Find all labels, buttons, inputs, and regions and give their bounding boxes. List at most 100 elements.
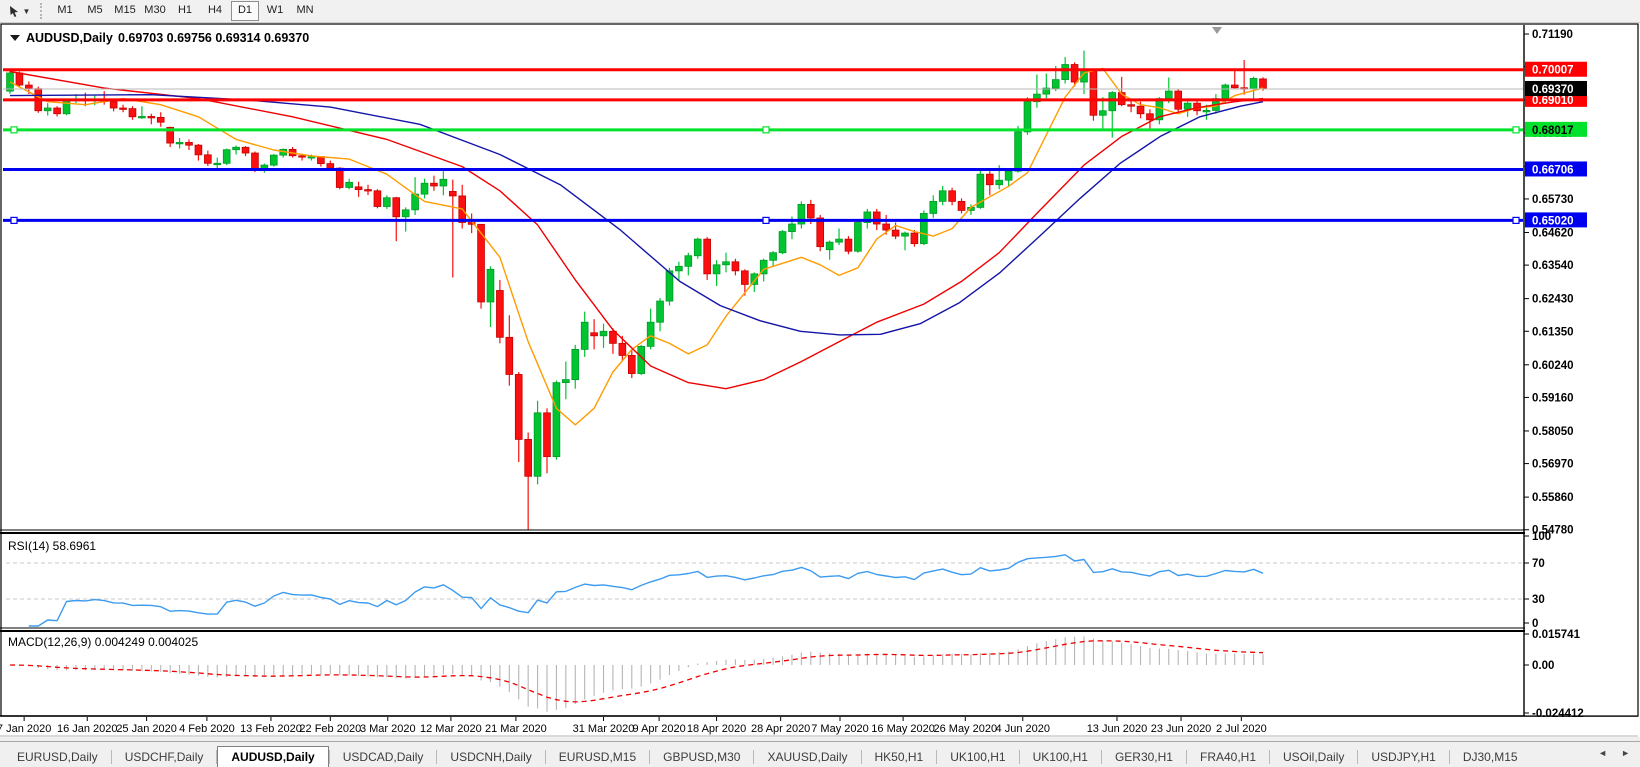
candle-body [63,100,70,114]
candle-body [779,232,786,253]
timeframe-button-d1[interactable]: D1 [231,1,259,21]
candle-body [789,224,796,232]
time-tick-label: 3 Mar 2020 [360,723,416,735]
tab-scroll-left-arrow[interactable]: ◄ [1598,748,1607,758]
level-price-label-0.68017-text: 0.68017 [1532,125,1574,137]
chart-tab-uk100-h1[interactable]: UK100,H1 [1020,747,1101,767]
level-drag-handle[interactable] [11,217,17,223]
candle-body [440,179,447,186]
level-price-label-0.66706-text: 0.66706 [1532,164,1574,176]
candle-body [939,191,946,202]
chart-tab-eurusd-m15[interactable]: EURUSD,M15 [546,747,649,767]
candle-body [25,85,32,89]
candle [270,154,277,167]
time-tick-label: 4 Jun 2020 [996,723,1050,735]
time-tick-label: 16 May 2020 [871,723,935,735]
candle-body [1231,85,1238,88]
macd-indicator-label: MACD(12,26,9) 0.004249 0.004025 [8,635,198,649]
chart-tab-gbpusd-m30[interactable]: GBPUSD,M30 [650,747,753,767]
timeframe-button-w1[interactable]: W1 [261,1,289,21]
chart-tab-usdcnh-daily[interactable]: USDCNH,Daily [437,747,544,767]
candle-body [1062,65,1069,80]
chart-tab-fra40-h1[interactable]: FRA40,H1 [1187,747,1269,767]
tab-scroll-right-arrow[interactable]: ► [1621,748,1630,758]
price-tick-label: 0.71190 [1532,29,1573,41]
price-tick-label: 0.59160 [1532,392,1574,404]
chart-tab-bar: EURUSD,DailyUSDCHF,DailyAUDUSD,DailyUSDC… [0,741,1640,767]
candle-body [393,198,400,217]
candle-body [252,153,259,169]
toolbar-grip [40,3,42,19]
timeframe-button-mn[interactable]: MN [291,1,319,21]
timeframe-button-m15[interactable]: M15 [111,1,139,21]
price-tick-label: 0.55860 [1532,492,1574,504]
chart-tab-uk100-h1[interactable]: UK100,H1 [937,747,1018,767]
candle-body [327,164,334,169]
chart-tab-hk50-h1[interactable]: HK50,H1 [862,747,937,767]
candle-body [1184,103,1191,109]
candle-body [713,265,720,274]
candle-body [1109,93,1116,111]
chart-tab-audusd-daily[interactable]: AUDUSD,Daily [217,746,328,767]
candle-body [553,383,560,457]
timeframe-button-m5[interactable]: M5 [81,1,109,21]
level-drag-handle[interactable] [763,217,769,223]
candle-body [854,223,861,252]
price-tick-label: 0.60240 [1532,360,1574,372]
chart-tab-xauusd-daily[interactable]: XAUUSD,Daily [754,747,860,767]
candle-body [986,174,993,185]
timeframe-button-m1[interactable]: M1 [51,1,79,21]
chart-tab-eurusd-daily[interactable]: EURUSD,Daily [4,747,111,767]
candle [534,401,541,485]
candle-body [1052,80,1059,88]
candle-body [346,182,353,187]
candle-body [186,142,193,145]
timeframe-button-h1[interactable]: H1 [171,1,199,21]
candle-body [581,322,588,349]
candle-body [487,269,494,302]
candle-body [16,73,23,85]
candle-body [421,183,428,194]
candle-body [741,271,748,285]
chart-tab-usdjpy-h1[interactable]: USDJPY,H1 [1358,747,1448,767]
current-price-label: 0.69370 [1525,81,1587,96]
candle-body [1203,110,1210,111]
chart-tab-usdcad-daily[interactable]: USDCAD,Daily [330,747,437,767]
level-drag-handle[interactable] [763,127,769,133]
candle-body [1015,132,1022,171]
candle-body [657,301,664,322]
candle-body [204,155,211,163]
candle [1015,126,1022,173]
chevron-down-icon: ▼ [23,7,31,16]
audusd-daily-chart: AUDUSD,Daily0.69703 0.69756 0.69314 0.69… [0,23,1640,741]
candle-body [817,218,824,247]
candle-body [1250,78,1257,89]
macd-axis-label: -0.024412 [1532,708,1584,720]
time-tick-label: 2 Jul 2020 [1216,723,1267,735]
candle [694,238,701,259]
chart-tab-usoil-daily[interactable]: USOil,Daily [1270,747,1357,767]
candle-body [138,116,145,117]
level-drag-handle[interactable] [11,127,17,133]
candle-body [694,239,701,256]
macd-axis-label: 0.00 [1532,660,1554,672]
crosshair-tool-button[interactable]: ▼ [4,2,34,20]
ohlc-values-text: 0.69703 0.69756 0.69314 0.69370 [118,31,309,45]
chart-tab-ger30-h1[interactable]: GER30,H1 [1102,747,1186,767]
candle-body [685,256,692,267]
timeframe-button-h4[interactable]: H4 [201,1,229,21]
level-drag-handle[interactable] [1513,127,1519,133]
candle-body [930,201,937,213]
candle [383,195,390,209]
candle-body [1099,111,1106,116]
chart-tab-usdchf-daily[interactable]: USDCHF,Daily [112,747,217,767]
chart-tab-dj30-m15[interactable]: DJ30,M15 [1450,747,1531,767]
candle-body [911,233,918,244]
timeframe-button-group: M1M5M15M30H1H4D1W1MN [50,1,320,21]
candle [1090,68,1097,120]
level-price-label-0.66706: 0.66706 [1525,161,1587,176]
timeframe-button-m30[interactable]: M30 [141,1,169,21]
candle-body [883,224,890,230]
rsi-indicator-label: RSI(14) 58.6961 [8,539,96,553]
level-drag-handle[interactable] [1513,217,1519,223]
